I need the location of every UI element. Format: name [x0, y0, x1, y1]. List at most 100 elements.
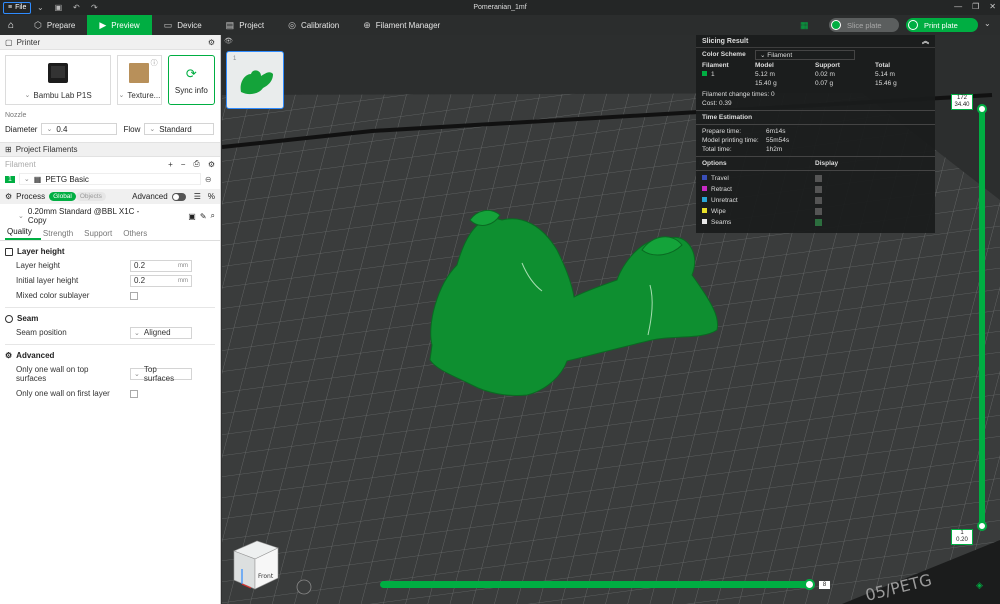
sync-info-label: Sync info [174, 85, 208, 95]
chevron-down-icon: ⌄ [46, 126, 53, 133]
retract-display-checkbox[interactable] [815, 186, 822, 193]
bottom-layer-handle[interactable] [977, 521, 987, 531]
filament-icon: ⊕ [363, 19, 371, 30]
undo-icon[interactable]: ↶ [67, 3, 85, 12]
gear-icon[interactable]: ⚙ [208, 160, 215, 169]
tab-strength[interactable]: Strength [41, 229, 82, 240]
header-filament: Filament [702, 62, 729, 69]
filament-type-icon: ▦ [33, 174, 42, 184]
tab-preview[interactable]: ▶ Preview [87, 15, 152, 35]
one-wall-top-label: Only one wall on top surfaces [16, 365, 89, 383]
seam-position-select[interactable]: ⌄ Aligned [130, 326, 192, 339]
percent-icon[interactable]: % [208, 192, 215, 201]
printer-selector[interactable]: ⌄ Bambu Lab P1S [5, 55, 112, 105]
tab-calibration-label: Calibration [300, 20, 340, 30]
wipe-swatch [702, 208, 707, 213]
filament-select[interactable]: ⌄ ▦ PETG Basic [18, 173, 201, 185]
chevron-down-icon[interactable]: ⌄ [984, 19, 991, 28]
slice-plate-label: Slice plate [847, 20, 882, 30]
fit-view-icon[interactable] [296, 579, 312, 595]
one-wall-first-label: Only one wall on first layer [16, 389, 110, 398]
gear-icon[interactable]: ⚙ [208, 38, 215, 47]
tab-support[interactable]: Support [82, 229, 121, 240]
process-icon: ⚙ [5, 192, 13, 201]
move-slider-handle[interactable] [804, 579, 815, 590]
mixed-color-checkbox[interactable] [130, 291, 138, 300]
info-icon[interactable]: ⓘ [151, 58, 158, 68]
mixed-color-label: Mixed color sublayer [16, 291, 90, 300]
wipe-display-checkbox[interactable] [815, 208, 822, 215]
chevron-down-icon: ⌄ [118, 92, 125, 99]
print-plate-button[interactable]: Print plate [906, 18, 978, 32]
global-toggle[interactable]: Global [49, 192, 76, 201]
layer-slider-track[interactable] [979, 110, 985, 528]
home-icon[interactable]: ⌂ [0, 15, 22, 35]
tab-device[interactable]: ▭ Device [152, 15, 214, 35]
move-slider-track[interactable] [380, 581, 812, 588]
process-preset-select[interactable]: ⌄ 0.20mm Standard @BBL X1C - Copy [5, 207, 155, 225]
filament-index: 1 [5, 175, 15, 183]
tab-filament-manager-label: Filament Manager [375, 20, 441, 30]
sync-filament-icon[interactable]: ⎙ [193, 159, 199, 169]
chevron-down-icon[interactable]: ⌄ [31, 3, 49, 12]
layers-icon[interactable]: ◈ [976, 580, 986, 590]
tab-filament-manager[interactable]: ⊕ Filament Manager [351, 15, 452, 35]
remove-circle-icon[interactable]: ⊖ [205, 175, 212, 184]
objects-toggle[interactable]: Objects [75, 192, 106, 201]
list-icon[interactable]: ☰ [194, 192, 201, 201]
one-wall-top-select[interactable]: ⌄ Top surfaces [130, 365, 192, 383]
file-menu-button[interactable]: ≡ File [3, 1, 32, 14]
filament-sub-label: Filament [5, 159, 36, 169]
window-title: Pomeranian_1mf [473, 4, 527, 11]
flow-select[interactable]: ⌄ Standard [144, 123, 215, 135]
one-wall-first-checkbox[interactable] [130, 389, 138, 398]
layer-height-input[interactable]: 0.2 mm [130, 259, 192, 272]
advanced-toggle[interactable] [171, 192, 186, 201]
seams-display-checkbox[interactable] [815, 219, 822, 226]
initial-layer-height-input[interactable]: 0.2 mm [130, 274, 192, 287]
tab-others[interactable]: Others [121, 229, 156, 240]
bottom-layer-tag: 1 0.20 [951, 529, 973, 545]
minimize-icon[interactable]: — [954, 2, 962, 11]
top-layer-handle[interactable] [977, 104, 987, 114]
calibration-icon: ◎ [288, 19, 296, 30]
plate-type-selector[interactable]: ⓘ ⌄ Texture... [117, 55, 162, 105]
tab-project[interactable]: ▤ Project [214, 15, 276, 35]
slicing-result-panel: Slicing Result ︽ Color Scheme ⌄ Filament F… [696, 35, 935, 233]
save-preset-icon[interactable]: ▣ [188, 212, 196, 221]
color-scheme-value: Filament [767, 51, 793, 59]
tab-quality[interactable]: Quality [5, 227, 41, 240]
add-icon[interactable]: + [168, 160, 173, 169]
diameter-value: 0.4 [56, 124, 68, 134]
color-scheme-select[interactable]: ⌄ Filament [755, 49, 855, 60]
collapse-icon[interactable]: ︽ [922, 36, 929, 46]
option-travel-label: Travel [711, 175, 729, 182]
restore-icon[interactable]: ❐ [972, 2, 979, 11]
support-length: 0.02 m [815, 71, 835, 78]
project-icon: ▤ [225, 19, 235, 30]
eye-icon[interactable]: 👁 [224, 37, 233, 45]
edit-icon[interactable]: ✎ [200, 212, 207, 221]
device-icon: ▭ [163, 19, 173, 30]
close-icon[interactable]: ✕ [989, 2, 996, 11]
diameter-select[interactable]: ⌄ 0.4 [41, 123, 118, 135]
unretract-display-checkbox[interactable] [815, 197, 822, 204]
layout-icon[interactable]: ▦ [800, 20, 809, 31]
redo-icon[interactable]: ↷ [85, 3, 103, 12]
save-icon[interactable]: ▣ [49, 3, 67, 12]
travel-display-checkbox[interactable] [815, 175, 822, 182]
slice-plate-button[interactable]: Slice plate [829, 18, 899, 32]
search-icon[interactable]: ⌕ [211, 211, 215, 221]
remove-icon[interactable]: − [181, 160, 186, 169]
advanced-icon: ⚙ [5, 351, 13, 360]
title-bar: ≡ File ⌄ ▣ ↶ ↷ Pomeranian_1mf — ❐ ✕ [0, 0, 1000, 15]
tab-calibration[interactable]: ◎ Calibration [276, 15, 351, 35]
layer-icon [5, 247, 13, 256]
tab-prepare[interactable]: ⬡ Prepare [22, 15, 87, 35]
printer-section-header: ▢ Printer ⚙ [0, 35, 220, 50]
sync-info-button[interactable]: ⟳ Sync info [167, 55, 215, 105]
plate-thumbnail[interactable]: 1 [226, 51, 284, 109]
flow-label: Flow [123, 124, 141, 134]
printer-name: Bambu Lab P1S [33, 91, 92, 100]
plate-image [129, 63, 150, 83]
